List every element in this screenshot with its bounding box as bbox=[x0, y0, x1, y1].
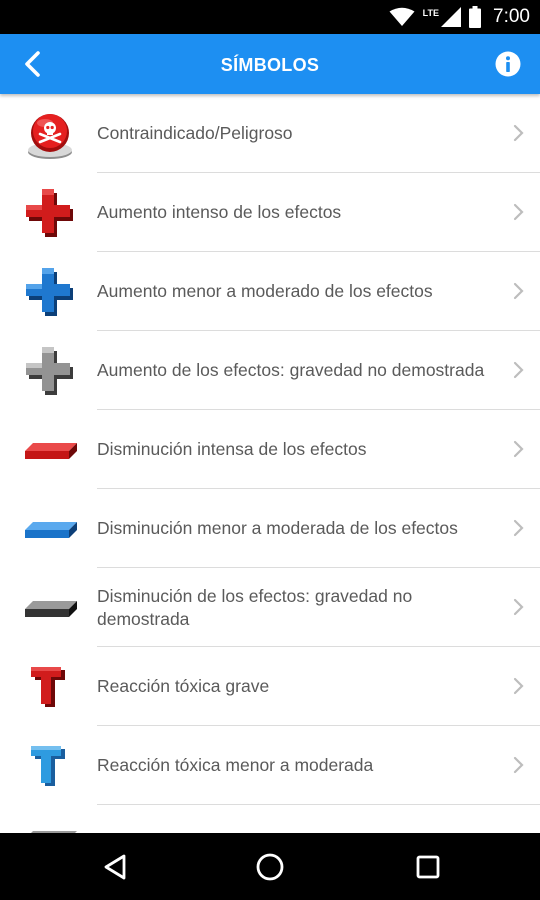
info-button[interactable] bbox=[494, 50, 522, 78]
list-item[interactable] bbox=[0, 805, 540, 833]
list-item[interactable]: Reacción tóxica menor a moderada bbox=[0, 726, 540, 805]
item-label: Reacción tóxica menor a moderada bbox=[97, 755, 374, 775]
app-bar: SÍMBOLOS bbox=[0, 34, 540, 94]
gray-minus-icon bbox=[18, 805, 82, 833]
item-label: Aumento menor a moderado de los efectos bbox=[97, 281, 433, 301]
blue-minus-icon bbox=[18, 489, 82, 568]
list-item[interactable]: Aumento menor a moderado de los efectos bbox=[0, 252, 540, 331]
status-icons: LTE 7:00 bbox=[389, 0, 530, 34]
list-item[interactable]: Contraindicado/Peligroso bbox=[0, 94, 540, 173]
chevron-right-icon bbox=[513, 124, 524, 142]
wifi-icon bbox=[389, 7, 415, 26]
item-label: Contraindicado/Peligroso bbox=[97, 123, 293, 143]
item-label: Disminución intensa de los efectos bbox=[97, 439, 367, 459]
page-title: SÍMBOLOS bbox=[220, 55, 320, 75]
item-label: Disminución menor a moderada de los efec… bbox=[97, 518, 458, 538]
skull-badge-icon bbox=[18, 94, 82, 173]
status-bar: LTE 7:00 bbox=[0, 0, 540, 34]
list-item[interactable]: Reacción tóxica grave bbox=[0, 647, 540, 726]
back-triangle-icon bbox=[104, 854, 126, 880]
item-label: Aumento de los efectos: gravedad no demo… bbox=[97, 360, 485, 380]
lte-label: LTE bbox=[422, 8, 440, 18]
list-item[interactable]: Aumento de los efectos: gravedad no demo… bbox=[0, 331, 540, 410]
list-item[interactable]: Disminución intensa de los efectos bbox=[0, 410, 540, 489]
gray-minus-icon bbox=[18, 568, 82, 647]
gray-plus-icon bbox=[18, 331, 82, 410]
list-item[interactable]: Disminución de los efectos: gravedad no … bbox=[0, 568, 540, 647]
chevron-right-icon bbox=[513, 282, 524, 300]
blue-t-icon bbox=[18, 726, 82, 805]
recents-square-icon bbox=[416, 855, 440, 879]
info-icon bbox=[495, 51, 521, 77]
chevron-right-icon bbox=[513, 203, 524, 221]
blue-plus-icon bbox=[18, 252, 82, 331]
nav-back-button[interactable] bbox=[95, 847, 135, 887]
signal-icon bbox=[441, 7, 462, 27]
symbol-list: Contraindicado/Peligroso Aumento intenso… bbox=[0, 94, 540, 833]
item-label: Disminución de los efectos: gravedad no … bbox=[97, 585, 413, 629]
navigation-bar bbox=[0, 833, 540, 900]
item-label bbox=[97, 805, 490, 833]
list-item[interactable]: Disminución menor a moderada de los efec… bbox=[0, 489, 540, 568]
nav-home-button[interactable] bbox=[250, 847, 290, 887]
red-t-icon bbox=[18, 647, 82, 726]
item-label: Reacción tóxica grave bbox=[97, 676, 270, 696]
chevron-right-icon bbox=[513, 598, 524, 616]
red-minus-icon bbox=[18, 410, 82, 489]
red-plus-icon bbox=[18, 173, 82, 252]
battery-icon bbox=[469, 6, 482, 28]
chevron-right-icon bbox=[513, 519, 524, 537]
chevron-right-icon bbox=[513, 677, 524, 695]
chevron-right-icon bbox=[513, 756, 524, 774]
item-label: Aumento intenso de los efectos bbox=[97, 202, 342, 222]
home-circle-icon bbox=[256, 853, 284, 881]
clock: 7:00 bbox=[493, 6, 530, 27]
chevron-right-icon bbox=[513, 361, 524, 379]
chevron-right-icon bbox=[513, 440, 524, 458]
list-item[interactable]: Aumento intenso de los efectos bbox=[0, 173, 540, 252]
nav-recents-button[interactable] bbox=[408, 847, 448, 887]
